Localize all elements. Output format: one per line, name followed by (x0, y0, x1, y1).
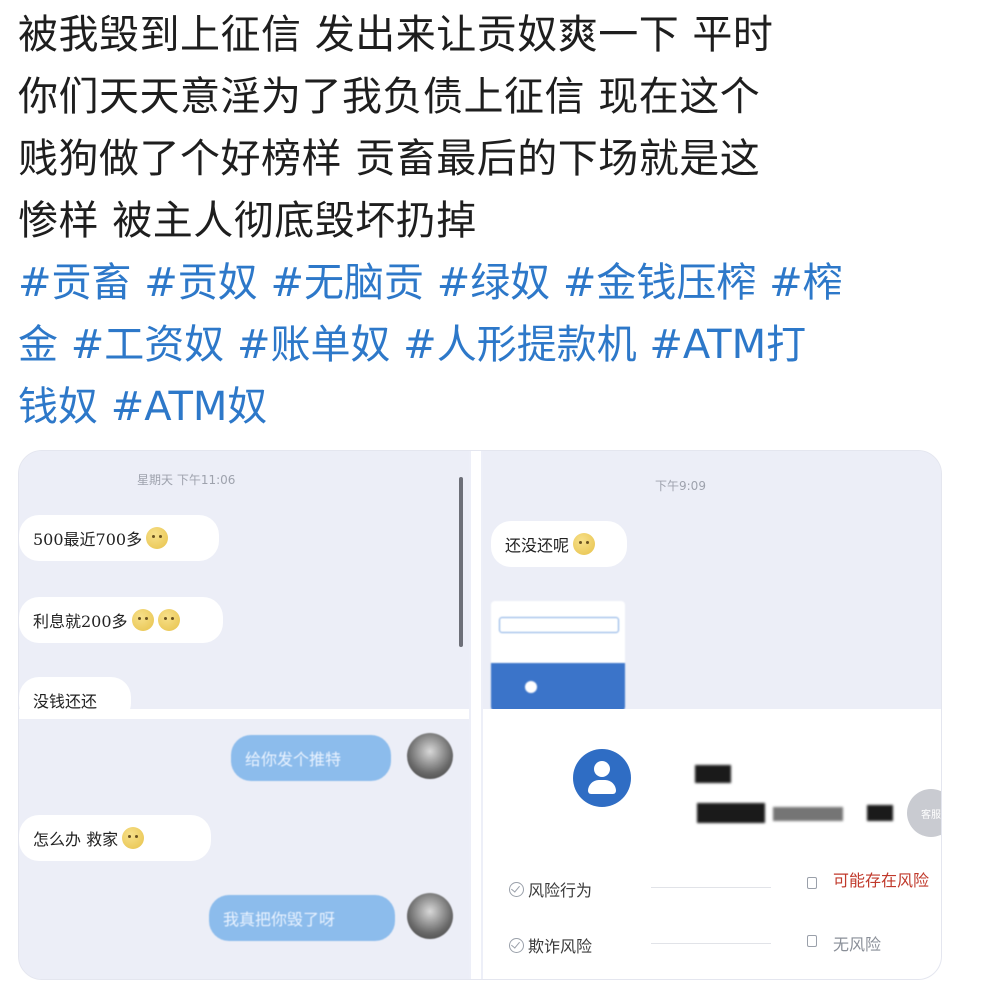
risk-row-fraud: 欺诈风险 (509, 933, 592, 957)
hashtag-line[interactable]: #贡畜 #贡奴 #无脑贡 #绿奴 #金钱压榨 #榨 (18, 252, 958, 314)
check-circle-icon (509, 881, 524, 897)
hashtag-line[interactable]: 金 #工资奴 #账单奴 #人形提款机 #ATM打 (18, 314, 958, 376)
redacted-id (773, 807, 843, 821)
chat-bubble-outgoing: 我真把你毁了呀 (209, 895, 395, 941)
user-avatar[interactable] (407, 893, 453, 939)
chat-scrollbar[interactable] (459, 477, 463, 647)
risk-status-warning: 可能存在风险 (833, 871, 930, 890)
check-circle-icon (509, 937, 524, 953)
chat-bubble-incoming: 利息就200多 (19, 597, 223, 643)
chat-panel-bottom-left: 给你发个推特 怎么办 救家 我真把你毁了呀 (19, 719, 469, 979)
sad-face-emoji-icon (131, 609, 154, 631)
chat-bubble-incoming: 500最近700多 (19, 515, 219, 561)
chat-bubble-incoming: 还没还呢 (491, 521, 627, 567)
panel-divider (19, 709, 469, 719)
sad-face-emoji-icon (146, 527, 169, 549)
shared-image-thumbnail[interactable] (491, 601, 625, 709)
risk-label: 欺诈风险 (528, 937, 593, 956)
sad-face-emoji-icon (573, 533, 596, 555)
redacted-name (695, 765, 731, 783)
chat-bubble-incoming: 没钱还还 (19, 677, 131, 709)
chat-message-text: 利息就200多 (33, 612, 128, 631)
chat-message-text: 500最近700多 (33, 530, 143, 549)
chat-timestamp: 星期天 下午11:06 (137, 473, 236, 487)
row-divider (651, 887, 771, 888)
user-profile-icon (573, 749, 631, 807)
risk-status-ok: 无风险 (833, 935, 882, 954)
chat-message-text: 还没还呢 (505, 536, 570, 555)
risk-row-behavior: 风险行为 (509, 877, 592, 901)
customer-service-button[interactable]: 客服 (907, 789, 941, 837)
post-text-line: 你们天天意淫为了我负债上征信 现在这个 (18, 74, 761, 120)
chat-message-text: 怎么办 救家 (33, 830, 119, 849)
post-text-line: 惨样 被主人彻底毁坏扔掉 (18, 198, 477, 244)
chat-message-text: 给你发个推特 (245, 750, 342, 769)
lock-icon (807, 877, 817, 889)
chat-message-text: 没钱还还 (33, 692, 98, 709)
sad-face-emoji-icon (157, 609, 180, 631)
thumbnail-input-field (499, 617, 619, 633)
chat-bubble-incoming: 怎么办 救家 (19, 815, 211, 861)
hashtag-block: #贡畜 #贡奴 #无脑贡 #绿奴 #金钱压榨 #榨 金 #工资奴 #账单奴 #人… (18, 252, 958, 438)
credit-risk-card: 客服 风险行为 可能存在风险 欺诈风险 无风险 (483, 709, 941, 979)
post-text-line: 贱狗做了个好榜样 贡畜最后的下场就是这 (18, 136, 761, 182)
redacted-id (867, 805, 893, 821)
chat-bubble-outgoing: 给你发个推特 (231, 735, 391, 781)
embedded-screenshot[interactable]: 星期天 下午11:06 500最近700多 利息就200多 没钱还还 下午9:0… (18, 450, 942, 980)
user-avatar[interactable] (407, 733, 453, 779)
panel-divider (471, 451, 481, 979)
sad-face-emoji-icon (122, 827, 145, 849)
post-text-line: 被我毁到上征信 发出来让贡奴爽一下 平时 (18, 12, 774, 58)
row-divider (651, 943, 771, 944)
chat-panel-top-right: 下午9:09 还没还呢 (483, 451, 941, 709)
lock-icon (807, 935, 817, 947)
hashtag-line[interactable]: 钱奴 #ATM奴 (18, 376, 958, 438)
chat-message-text: 我真把你毁了呀 (223, 910, 336, 929)
chat-timestamp: 下午9:09 (655, 479, 706, 493)
customer-service-label: 客服 (921, 809, 941, 821)
chat-panel-top-left: 星期天 下午11:06 500最近700多 利息就200多 没钱还还 (19, 451, 469, 709)
risk-label: 风险行为 (528, 881, 593, 900)
redacted-id (697, 803, 765, 823)
thumbnail-blue-bar (491, 663, 625, 709)
post-body: 被我毁到上征信 发出来让贡奴爽一下 平时 你们天天意淫为了我负债上征信 现在这个… (18, 4, 958, 438)
thumbnail-dot-icon (525, 681, 537, 693)
